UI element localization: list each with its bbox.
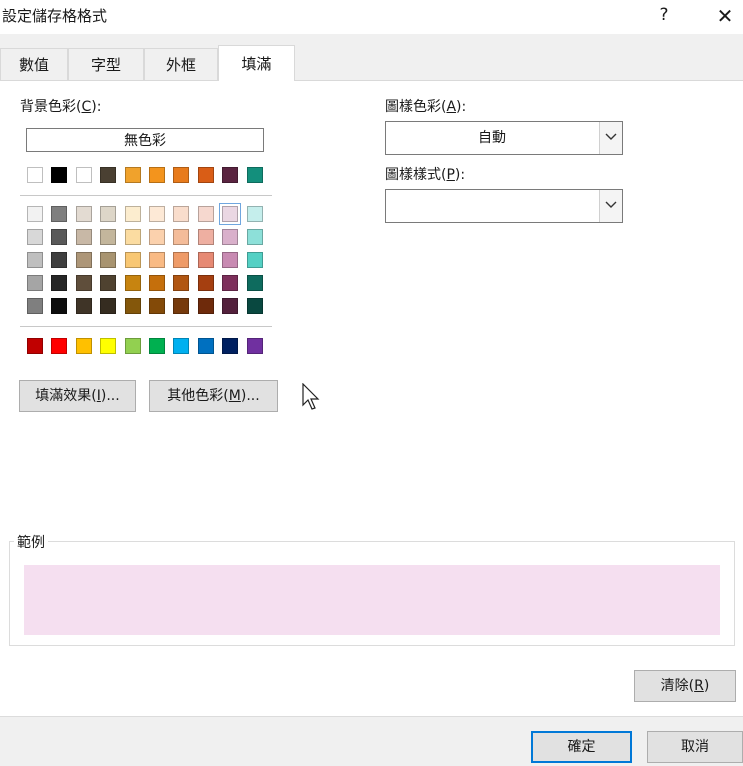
tab-border[interactable]: 外框 xyxy=(144,48,218,80)
theme-shade-swatch[interactable] xyxy=(198,229,214,245)
chevron-down-icon[interactable] xyxy=(599,190,622,222)
help-button[interactable]: ? xyxy=(652,3,676,27)
theme-shade-swatch[interactable] xyxy=(173,252,189,268)
theme-color-swatch[interactable] xyxy=(247,167,263,183)
theme-shade-swatch[interactable] xyxy=(27,275,43,291)
tab-font[interactable]: 字型 xyxy=(68,48,144,80)
theme-shade-swatch[interactable] xyxy=(149,206,165,222)
standard-color-swatch[interactable] xyxy=(149,338,165,354)
no-color-button[interactable]: 無色彩 xyxy=(26,128,264,152)
theme-shade-swatch[interactable] xyxy=(125,298,141,314)
more-colors-button[interactable]: 其他色彩(M)... xyxy=(149,380,278,412)
theme-shade-swatch[interactable] xyxy=(51,275,67,291)
theme-shade-swatch[interactable] xyxy=(198,298,214,314)
pattern-color-value: 自動 xyxy=(478,130,506,146)
sample-preview xyxy=(24,565,720,635)
background-color-label: 背景色彩(C): xyxy=(20,99,102,115)
theme-shade-swatch[interactable] xyxy=(198,206,214,222)
theme-color-swatch[interactable] xyxy=(51,167,67,183)
theme-shade-swatch[interactable] xyxy=(173,298,189,314)
theme-shade-swatch[interactable] xyxy=(51,252,67,268)
theme-shade-swatch[interactable] xyxy=(222,275,238,291)
theme-shade-swatch[interactable] xyxy=(76,206,92,222)
theme-color-swatch[interactable] xyxy=(198,167,214,183)
standard-color-swatch[interactable] xyxy=(27,338,43,354)
pattern-color-dropdown[interactable]: 自動 xyxy=(385,121,623,155)
theme-shade-swatch[interactable] xyxy=(125,275,141,291)
theme-shade-swatch[interactable] xyxy=(222,298,238,314)
theme-shade-swatch[interactable] xyxy=(76,229,92,245)
theme-shade-swatch[interactable] xyxy=(173,275,189,291)
theme-color-swatch[interactable] xyxy=(76,167,92,183)
theme-shade-swatch[interactable] xyxy=(149,298,165,314)
theme-shade-swatch[interactable] xyxy=(51,229,67,245)
standard-color-swatch[interactable] xyxy=(173,338,189,354)
theme-shade-swatch[interactable] xyxy=(51,206,67,222)
theme-color-swatch[interactable] xyxy=(149,167,165,183)
theme-shade-swatch[interactable] xyxy=(198,275,214,291)
theme-shade-swatch[interactable] xyxy=(100,206,116,222)
standard-color-swatch[interactable] xyxy=(51,338,67,354)
clear-button[interactable]: 清除(R) xyxy=(634,670,736,702)
title-bar: 設定儲存格格式 ? ✕ xyxy=(0,0,743,34)
chevron-down-icon[interactable] xyxy=(599,122,622,154)
theme-shade-swatch[interactable] xyxy=(247,298,263,314)
pattern-style-label: 圖樣樣式(P): xyxy=(385,167,466,183)
theme-shade-swatch[interactable] xyxy=(76,298,92,314)
tab-fill[interactable]: 填滿 xyxy=(218,45,295,81)
theme-shade-swatch[interactable] xyxy=(247,206,263,222)
standard-color-swatch[interactable] xyxy=(222,338,238,354)
theme-shade-swatch[interactable] xyxy=(76,252,92,268)
theme-shade-swatch[interactable] xyxy=(51,298,67,314)
theme-shade-swatch[interactable] xyxy=(100,229,116,245)
theme-shade-swatch[interactable] xyxy=(247,229,263,245)
theme-color-swatch[interactable] xyxy=(173,167,189,183)
theme-shade-swatch[interactable] xyxy=(125,252,141,268)
theme-shade-swatch[interactable] xyxy=(100,275,116,291)
theme-shade-swatch[interactable] xyxy=(125,229,141,245)
standard-color-swatch[interactable] xyxy=(198,338,214,354)
theme-shade-swatch[interactable] xyxy=(198,252,214,268)
theme-shade-swatch[interactable] xyxy=(27,252,43,268)
palette-divider-1 xyxy=(20,195,272,196)
theme-shade-swatch[interactable] xyxy=(247,252,263,268)
close-button[interactable]: ✕ xyxy=(712,3,738,29)
theme-color-swatch[interactable] xyxy=(27,167,43,183)
theme-shade-swatch[interactable] xyxy=(173,229,189,245)
mouse-cursor-icon xyxy=(302,383,320,410)
fill-effects-button[interactable]: 填滿效果(I)... xyxy=(19,380,136,412)
standard-color-swatch[interactable] xyxy=(125,338,141,354)
pattern-style-value xyxy=(386,190,598,222)
theme-color-swatch[interactable] xyxy=(100,167,116,183)
palette-divider-2 xyxy=(20,326,272,327)
pattern-style-dropdown[interactable] xyxy=(385,189,623,223)
theme-shade-swatch[interactable] xyxy=(100,298,116,314)
theme-shade-swatch[interactable] xyxy=(149,252,165,268)
cancel-button[interactable]: 取消 xyxy=(647,731,743,763)
standard-color-swatch[interactable] xyxy=(247,338,263,354)
theme-shade-swatch[interactable] xyxy=(219,203,241,225)
theme-shade-swatch[interactable] xyxy=(27,206,43,222)
theme-shade-swatch[interactable] xyxy=(222,229,238,245)
theme-shade-swatch[interactable] xyxy=(27,229,43,245)
dialog-title: 設定儲存格格式 xyxy=(2,7,108,25)
theme-shade-swatch[interactable] xyxy=(100,252,116,268)
ok-button[interactable]: 確定 xyxy=(531,731,632,763)
theme-shade-swatch[interactable] xyxy=(27,298,43,314)
sample-label: 範例 xyxy=(14,532,48,552)
standard-color-swatch[interactable] xyxy=(100,338,116,354)
theme-shade-swatch[interactable] xyxy=(222,252,238,268)
tab-number[interactable]: 數值 xyxy=(0,48,68,80)
theme-shade-swatch[interactable] xyxy=(149,229,165,245)
theme-color-swatch[interactable] xyxy=(222,167,238,183)
theme-shade-swatch[interactable] xyxy=(173,206,189,222)
theme-shade-swatch[interactable] xyxy=(149,275,165,291)
standard-color-swatch[interactable] xyxy=(76,338,92,354)
theme-shade-swatch[interactable] xyxy=(76,275,92,291)
theme-shade-swatch[interactable] xyxy=(247,275,263,291)
theme-color-swatch[interactable] xyxy=(125,167,141,183)
theme-shade-swatch[interactable] xyxy=(125,206,141,222)
pattern-color-label: 圖樣色彩(A): xyxy=(385,99,467,115)
